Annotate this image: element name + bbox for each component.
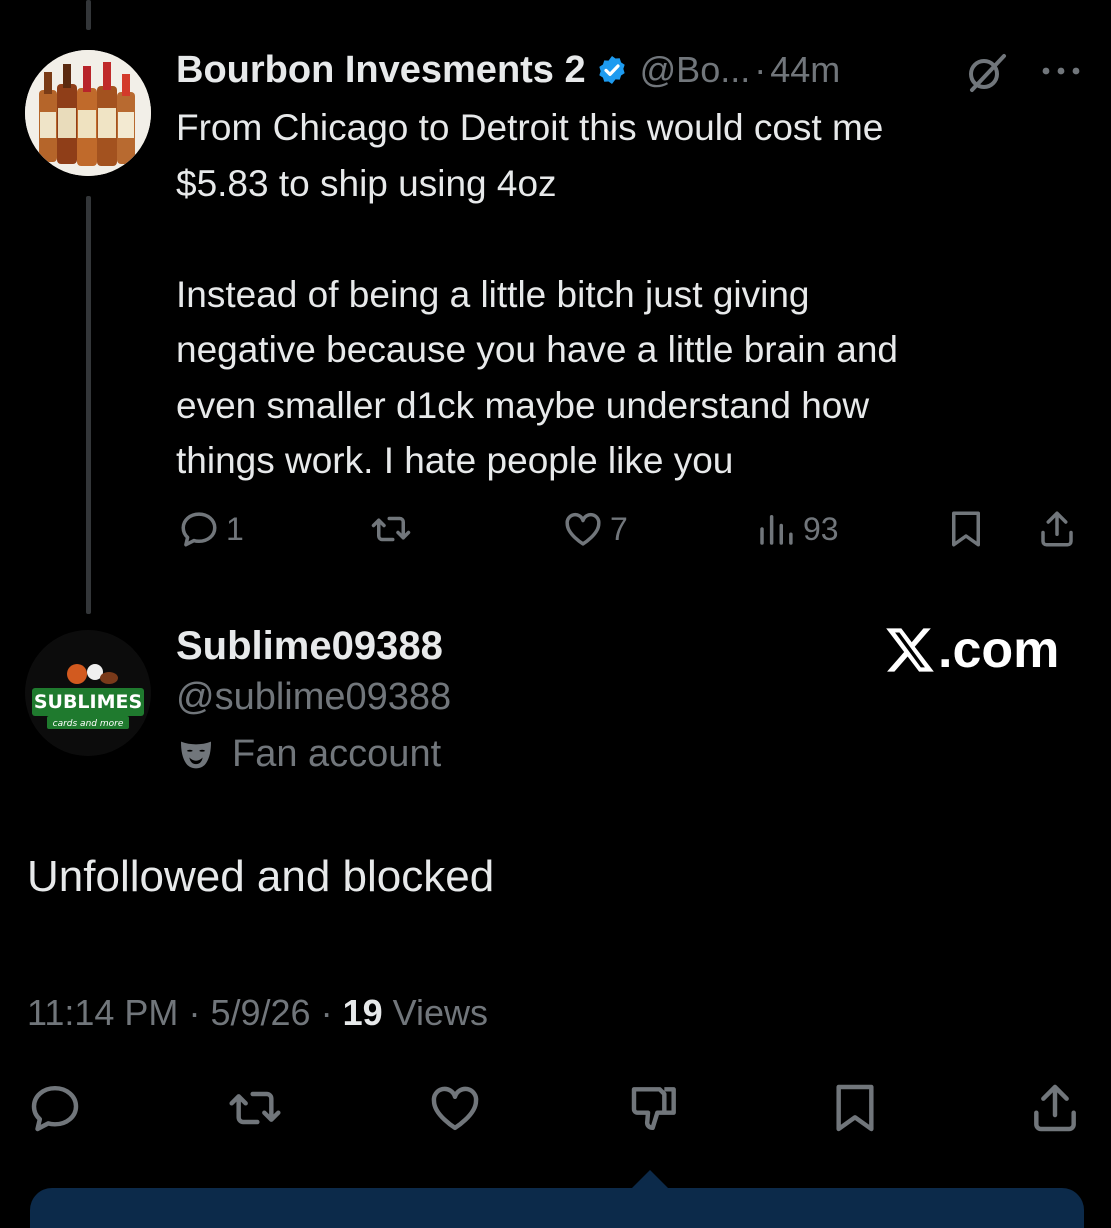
views-count: 93 xyxy=(803,510,839,547)
reply-date[interactable]: 5/9/26 xyxy=(210,992,310,1033)
bookmark-button[interactable] xyxy=(827,1080,883,1141)
tweet-text: From Chicago to Detroit this would cost … xyxy=(176,107,899,481)
retweet-button[interactable] xyxy=(370,508,412,550)
like-icon xyxy=(431,1086,479,1131)
thread-line-top xyxy=(86,0,91,30)
views-button[interactable]: 93 xyxy=(755,508,839,550)
bookmark-icon xyxy=(836,1084,874,1132)
reply-icon xyxy=(181,512,217,547)
reply-meta: 11:14 PM · 5/9/26 · 19 Views xyxy=(27,992,488,1034)
avatar-logo-text: SUBLIMES xyxy=(34,691,142,713)
bottom-banner[interactable] xyxy=(30,1188,1084,1228)
avatar-logo-subtext: cards and more xyxy=(53,719,124,729)
reply-views-label[interactable]: Views xyxy=(393,992,488,1033)
thread-line xyxy=(86,196,91,614)
x-watermark: .com xyxy=(884,620,1059,680)
reply-handle[interactable]: @sublime09388 xyxy=(176,676,451,719)
timestamp[interactable]: 44m xyxy=(770,49,840,91)
like-icon xyxy=(565,512,601,546)
display-name[interactable]: Bourbon Invesments 2 xyxy=(176,49,586,92)
tweet-header: Bourbon Invesments 2 @Bo... · 44m xyxy=(176,44,840,96)
retweet-icon xyxy=(371,516,411,542)
share-icon xyxy=(1041,511,1073,547)
separator: · xyxy=(320,992,333,1033)
reply-button[interactable]: 1 xyxy=(178,508,244,550)
more-icon[interactable] xyxy=(1040,62,1082,80)
fan-account-label: Fan account xyxy=(232,733,442,775)
thumbs-down-icon xyxy=(631,1087,676,1131)
retweet-icon xyxy=(229,1091,281,1125)
watermark-domain: .com xyxy=(938,621,1060,679)
bookmark-button[interactable] xyxy=(945,508,987,550)
x-logo-icon xyxy=(886,628,934,672)
share-button[interactable] xyxy=(1027,1080,1083,1141)
like-count: 7 xyxy=(610,510,628,547)
reply-text: Unfollowed and blocked xyxy=(27,852,495,901)
share-icon xyxy=(1034,1084,1076,1132)
verified-badge-icon xyxy=(596,54,628,86)
reply-time[interactable]: 11:14 PM xyxy=(27,992,178,1033)
fan-account-badge: Fan account xyxy=(176,733,441,776)
like-button[interactable]: 7 xyxy=(562,508,628,550)
handle[interactable]: @Bo... xyxy=(640,49,751,91)
reply-display-name[interactable]: Sublime09388 xyxy=(176,624,443,669)
like-button[interactable] xyxy=(427,1080,483,1141)
separator: · xyxy=(754,49,767,90)
separator: · xyxy=(188,992,201,1033)
reply-button[interactable] xyxy=(27,1080,83,1141)
share-button[interactable] xyxy=(1036,508,1078,550)
avatar[interactable]: SUBLIMES cards and more xyxy=(25,630,151,756)
views-icon xyxy=(760,515,793,545)
reply-icon xyxy=(31,1085,79,1132)
downvote-button[interactable] xyxy=(627,1080,683,1141)
retweet-button[interactable] xyxy=(227,1080,283,1141)
bookmark-icon xyxy=(952,511,980,547)
mask-icon xyxy=(181,741,211,768)
reply-count: 1 xyxy=(226,510,244,547)
avatar[interactable] xyxy=(25,50,151,176)
grok-icon[interactable] xyxy=(962,48,1010,96)
reply-views-count[interactable]: 19 xyxy=(343,992,383,1033)
